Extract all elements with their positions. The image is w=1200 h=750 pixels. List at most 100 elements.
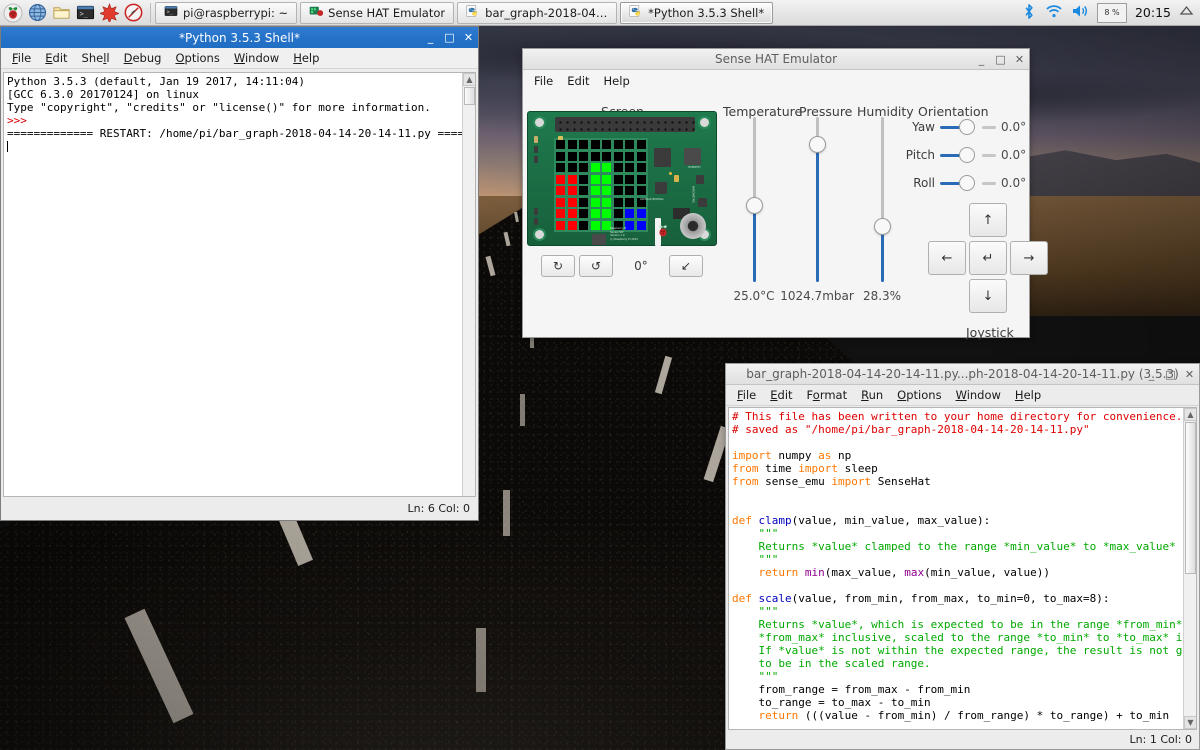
close-icon[interactable]: ✕ <box>463 32 474 43</box>
led-pixel-6-6[interactable] <box>624 208 635 219</box>
led-pixel-3-4[interactable] <box>601 173 612 185</box>
maximize-icon[interactable]: □ <box>444 32 455 43</box>
led-pixel-5-3[interactable] <box>589 196 601 208</box>
pitch-slider[interactable] <box>940 146 996 164</box>
joystick-right-button[interactable]: → <box>1010 241 1048 275</box>
menu-file[interactable]: File <box>730 386 763 404</box>
led-pixel-3-7[interactable] <box>635 173 647 185</box>
task-button-terminal[interactable]: >_ pi@raspberrypi: ~ <box>155 1 298 24</box>
rotate-cw-button[interactable]: ↻ <box>541 255 575 277</box>
led-pixel-2-4[interactable] <box>601 162 612 173</box>
slider-knob[interactable] <box>809 136 826 153</box>
bluetooth-icon[interactable] <box>1021 3 1037 23</box>
led-pixel-6-0[interactable] <box>555 208 566 219</box>
menu-run[interactable]: Run <box>854 386 890 404</box>
led-pixel-7-2[interactable] <box>578 219 589 231</box>
yaw-slider[interactable] <box>940 118 996 136</box>
clock[interactable]: 20:15 <box>1135 5 1171 20</box>
led-pixel-1-2[interactable] <box>578 150 589 162</box>
led-pixel-4-5[interactable] <box>612 185 624 196</box>
file-manager-icon[interactable] <box>50 2 72 24</box>
close-icon[interactable]: ✕ <box>1014 54 1025 65</box>
led-pixel-0-0[interactable] <box>555 139 566 150</box>
led-pixel-1-7[interactable] <box>635 150 647 162</box>
minimize-icon[interactable]: _ <box>425 32 436 43</box>
led-pixel-6-1[interactable] <box>566 208 578 219</box>
led-pixel-0-1[interactable] <box>566 139 578 150</box>
led-pixel-5-5[interactable] <box>612 196 624 208</box>
led-pixel-1-4[interactable] <box>601 150 612 162</box>
led-pixel-4-7[interactable] <box>635 185 647 196</box>
led-pixel-1-6[interactable] <box>624 150 635 162</box>
scroll-down-icon[interactable]: ▼ <box>1184 716 1196 729</box>
led-pixel-5-4[interactable] <box>601 196 612 208</box>
led-pixel-6-4[interactable] <box>601 208 612 219</box>
terminal-icon[interactable]: >_ <box>74 2 96 24</box>
led-pixel-5-2[interactable] <box>578 196 589 208</box>
scroll-up-icon[interactable]: ▲ <box>1184 408 1196 421</box>
maximize-icon[interactable]: □ <box>995 54 1006 65</box>
led-pixel-5-1[interactable] <box>566 196 578 208</box>
led-pixel-4-2[interactable] <box>578 185 589 196</box>
menu-options[interactable]: Options <box>168 49 226 67</box>
editor-titlebar[interactable]: bar_graph-2018-04-14-20-14-11.py...ph-20… <box>726 364 1199 385</box>
led-pixel-2-0[interactable] <box>555 162 566 173</box>
menu-edit[interactable]: Edit <box>763 386 799 404</box>
joystick-up-button[interactable]: ↑ <box>969 203 1007 237</box>
led-pixel-7-3[interactable] <box>589 219 601 231</box>
web-browser-icon[interactable] <box>26 2 48 24</box>
led-pixel-3-0[interactable] <box>555 173 566 185</box>
led-pixel-3-5[interactable] <box>612 173 624 185</box>
sensehat-emulator-window[interactable]: Sense HAT Emulator _ □ ✕ File Edit Help … <box>522 48 1048 340</box>
led-pixel-1-5[interactable] <box>612 150 624 162</box>
slider-knob[interactable] <box>874 218 891 235</box>
led-pixel-1-1[interactable] <box>566 150 578 162</box>
led-pixel-5-0[interactable] <box>555 196 566 208</box>
slider-knob[interactable] <box>959 147 975 163</box>
led-pixel-2-7[interactable] <box>635 162 647 173</box>
scrollbar-thumb[interactable] <box>1185 422 1196 574</box>
menu-format[interactable]: Format <box>800 386 855 404</box>
led-pixel-4-0[interactable] <box>555 185 566 196</box>
task-button-sensehat[interactable]: Sense HAT Emulator <box>300 1 455 24</box>
raspberry-menu-icon[interactable] <box>2 2 24 24</box>
task-button-bargraph[interactable]: bar_graph-2018-04-1... <box>457 1 618 24</box>
led-pixel-2-2[interactable] <box>578 162 589 173</box>
led-pixel-7-0[interactable] <box>555 219 566 231</box>
led-pixel-2-1[interactable] <box>566 162 578 173</box>
mathematica-icon[interactable] <box>98 2 120 24</box>
shell-scrollbar[interactable]: ▲ <box>462 73 475 496</box>
wifi-icon[interactable] <box>1045 3 1063 22</box>
led-pixel-5-6[interactable] <box>624 196 635 208</box>
wolfram-icon[interactable] <box>122 2 144 24</box>
led-pixel-3-1[interactable] <box>566 173 578 185</box>
led-pixel-1-0[interactable] <box>555 150 566 162</box>
joystick-left-button[interactable]: ← <box>928 241 966 275</box>
led-pixel-2-5[interactable] <box>612 162 624 173</box>
joystick-hardware[interactable] <box>680 213 706 239</box>
led-pixel-4-1[interactable] <box>566 185 578 196</box>
slider-knob[interactable] <box>959 175 975 191</box>
led-pixel-0-3[interactable] <box>589 139 601 150</box>
rotate-ccw-button[interactable]: ↺ <box>579 255 613 277</box>
menu-window[interactable]: Window <box>949 386 1008 404</box>
editor-text-area[interactable]: # This file has been written to your hom… <box>728 407 1197 730</box>
menu-help[interactable]: Help <box>597 72 637 90</box>
led-pixel-0-4[interactable] <box>601 139 612 150</box>
maximize-icon[interactable]: □ <box>1165 369 1176 380</box>
led-pixel-3-3[interactable] <box>589 173 601 185</box>
menu-window[interactable]: Window <box>227 49 286 67</box>
close-icon[interactable]: ✕ <box>1184 369 1195 380</box>
led-pixel-6-5[interactable] <box>612 208 624 219</box>
menu-help[interactable]: Help <box>286 49 326 67</box>
led-pixel-1-3[interactable] <box>589 150 601 162</box>
sensehat-titlebar[interactable]: Sense HAT Emulator _ □ ✕ <box>523 49 1029 70</box>
led-pixel-0-7[interactable] <box>635 139 647 150</box>
led-pixel-2-3[interactable] <box>589 162 601 173</box>
minimize-icon[interactable]: _ <box>976 54 987 65</box>
led-pixel-0-5[interactable] <box>612 139 624 150</box>
led-pixel-4-4[interactable] <box>601 185 612 196</box>
slider-knob[interactable] <box>959 119 975 135</box>
led-pixel-3-2[interactable] <box>578 173 589 185</box>
led-pixel-6-3[interactable] <box>589 208 601 219</box>
